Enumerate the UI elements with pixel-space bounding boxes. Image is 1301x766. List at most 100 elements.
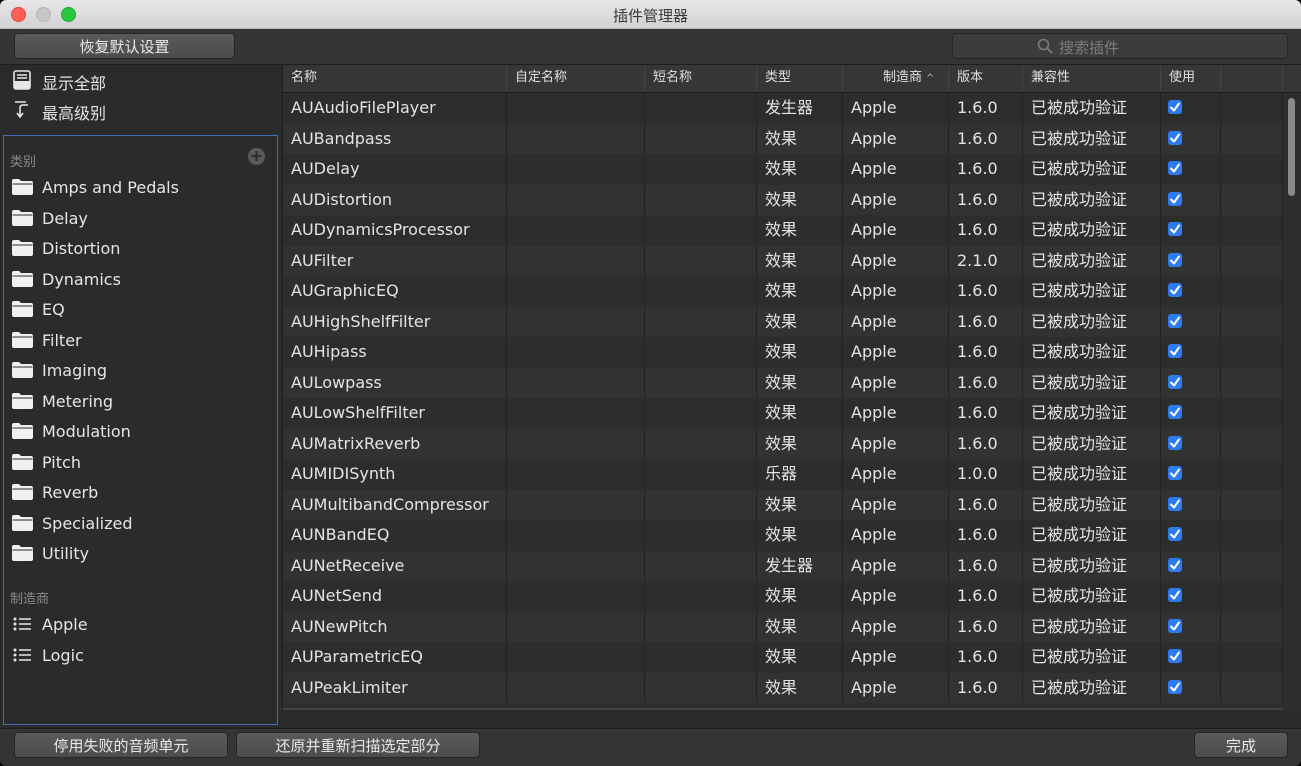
cell-short[interactable]: [645, 306, 757, 337]
use-checkbox[interactable]: [1168, 344, 1182, 358]
table-row[interactable]: AUMIDISynth 乐器 Apple 1.0.0 已被成功验证: [283, 459, 1283, 490]
cell-custom[interactable]: [507, 520, 645, 551]
horizontal-scrollbar[interactable]: [283, 708, 1283, 710]
reset-and-rescan-button[interactable]: 还原并重新扫描选定部分: [236, 732, 480, 758]
use-checkbox[interactable]: [1168, 557, 1182, 572]
cell-custom[interactable]: [507, 550, 645, 581]
sidebar-item-manufacturer[interactable]: Apple: [12, 612, 272, 640]
sidebar-item-category[interactable]: Delay: [12, 206, 272, 234]
add-category-button[interactable]: +: [248, 148, 265, 165]
table-row[interactable]: AUDynamicsProcessor 效果 Apple 1.6.0 已被成功验证: [283, 215, 1283, 246]
restore-defaults-button[interactable]: 恢复默认设置: [14, 33, 235, 59]
sidebar-item-category[interactable]: Distortion: [12, 236, 272, 264]
table-row[interactable]: AUDelay 效果 Apple 1.6.0 已被成功验证: [283, 154, 1283, 185]
cell-custom[interactable]: [507, 459, 645, 490]
column-header[interactable]: 兼容性: [1023, 65, 1161, 92]
column-header[interactable]: 名称: [283, 65, 507, 92]
table-row[interactable]: AUMatrixReverb 效果 Apple 1.6.0 已被成功验证: [283, 428, 1283, 459]
table-row[interactable]: AUNetSend 效果 Apple 1.6.0 已被成功验证: [283, 581, 1283, 612]
table-row[interactable]: AUMultibandCompressor 效果 Apple 1.6.0 已被成功验证: [283, 489, 1283, 520]
use-checkbox[interactable]: [1168, 679, 1182, 694]
cell-short[interactable]: [645, 581, 757, 612]
cell-custom[interactable]: [507, 276, 645, 307]
table-row[interactable]: AUNetReceive 发生器 Apple 1.6.0 已被成功验证: [283, 550, 1283, 581]
sidebar-item-manufacturer[interactable]: Logic: [12, 643, 272, 671]
scrollbar-thumb[interactable]: [1288, 98, 1295, 196]
cell-short[interactable]: [645, 428, 757, 459]
cell-custom[interactable]: [507, 337, 645, 368]
use-checkbox[interactable]: [1168, 191, 1182, 206]
use-checkbox[interactable]: [1168, 435, 1182, 450]
cell-custom[interactable]: [507, 581, 645, 612]
table-row[interactable]: AUBandpass 效果 Apple 1.6.0 已被成功验证: [283, 123, 1283, 154]
use-checkbox[interactable]: [1168, 496, 1182, 511]
cell-short[interactable]: [645, 672, 757, 703]
cell-custom[interactable]: [507, 154, 645, 185]
cell-short[interactable]: [645, 154, 757, 185]
sidebar-item-category[interactable]: Imaging: [12, 358, 272, 386]
cell-custom[interactable]: [507, 672, 645, 703]
cell-custom[interactable]: [507, 428, 645, 459]
use-checkbox[interactable]: [1168, 313, 1182, 328]
use-checkbox[interactable]: [1168, 283, 1182, 297]
sidebar-item-category[interactable]: Amps and Pedals: [12, 175, 272, 203]
table-row[interactable]: AUHipass 效果 Apple 1.6.0 已被成功验证: [283, 337, 1283, 368]
table-row[interactable]: AULowpass 效果 Apple 1.6.0 已被成功验证: [283, 367, 1283, 398]
cell-short[interactable]: [645, 93, 757, 124]
disable-failed-units-button[interactable]: 停用失败的音频单元: [14, 732, 228, 758]
cell-short[interactable]: [645, 611, 757, 642]
column-header[interactable]: 短名称: [645, 65, 757, 92]
cell-short[interactable]: [645, 398, 757, 429]
cell-custom[interactable]: [507, 367, 645, 398]
use-checkbox[interactable]: [1168, 161, 1182, 175]
sidebar-item-category[interactable]: Utility: [12, 541, 272, 569]
column-header[interactable]: 自定名称: [507, 65, 645, 92]
vertical-scrollbar[interactable]: [1285, 95, 1297, 707]
cell-custom[interactable]: [507, 123, 645, 154]
search-plugins-field[interactable]: 搜索插件: [952, 33, 1288, 59]
table-row[interactable]: AUFilter 效果 Apple 2.1.0 已被成功验证: [283, 245, 1283, 276]
table-row[interactable]: AUParametricEQ 效果 Apple 1.6.0 已被成功验证: [283, 642, 1283, 673]
cell-short[interactable]: [645, 459, 757, 490]
cell-custom[interactable]: [507, 93, 645, 124]
cell-short[interactable]: [645, 520, 757, 551]
cell-custom[interactable]: [507, 398, 645, 429]
column-header[interactable]: 版本: [949, 65, 1023, 92]
cell-short[interactable]: [645, 367, 757, 398]
use-checkbox[interactable]: [1168, 466, 1182, 480]
cell-short[interactable]: [645, 550, 757, 581]
table-row[interactable]: AUAudioFilePlayer 发生器 Apple 1.6.0 已被成功验证: [283, 93, 1283, 124]
use-checkbox[interactable]: [1168, 588, 1182, 602]
cell-custom[interactable]: [507, 184, 645, 215]
table-row[interactable]: AUNBandEQ 效果 Apple 1.6.0 已被成功验证: [283, 520, 1283, 551]
sidebar-item-category[interactable]: Specialized: [12, 511, 272, 539]
table-row[interactable]: AULowShelfFilter 效果 Apple 1.6.0 已被成功验证: [283, 398, 1283, 429]
cell-short[interactable]: [645, 215, 757, 246]
sidebar-item-category[interactable]: Pitch: [12, 450, 272, 478]
cell-custom[interactable]: [507, 215, 645, 246]
cell-short[interactable]: [645, 337, 757, 368]
sidebar-item-category[interactable]: Reverb: [12, 480, 272, 508]
cell-short[interactable]: [645, 123, 757, 154]
sidebar-item-category[interactable]: Metering: [12, 389, 272, 417]
cell-custom[interactable]: [507, 306, 645, 337]
sidebar-item-category[interactable]: Dynamics: [12, 267, 272, 295]
table-row[interactable]: AUDistortion 效果 Apple 1.6.0 已被成功验证: [283, 184, 1283, 215]
sidebar-item-category[interactable]: Filter: [12, 328, 272, 356]
use-checkbox[interactable]: [1168, 222, 1182, 236]
cell-short[interactable]: [645, 642, 757, 673]
done-button[interactable]: 完成: [1194, 732, 1288, 758]
use-checkbox[interactable]: [1168, 130, 1182, 145]
cell-custom[interactable]: [507, 611, 645, 642]
use-checkbox[interactable]: [1168, 252, 1182, 267]
cell-short[interactable]: [645, 184, 757, 215]
cell-custom[interactable]: [507, 489, 645, 520]
cell-short[interactable]: [645, 489, 757, 520]
table-row[interactable]: AUGraphicEQ 效果 Apple 1.6.0 已被成功验证: [283, 276, 1283, 307]
use-checkbox[interactable]: [1168, 618, 1182, 633]
cell-custom[interactable]: [507, 642, 645, 673]
use-checkbox[interactable]: [1168, 649, 1182, 663]
use-checkbox[interactable]: [1168, 405, 1182, 419]
cell-short[interactable]: [645, 276, 757, 307]
cell-short[interactable]: [645, 245, 757, 276]
